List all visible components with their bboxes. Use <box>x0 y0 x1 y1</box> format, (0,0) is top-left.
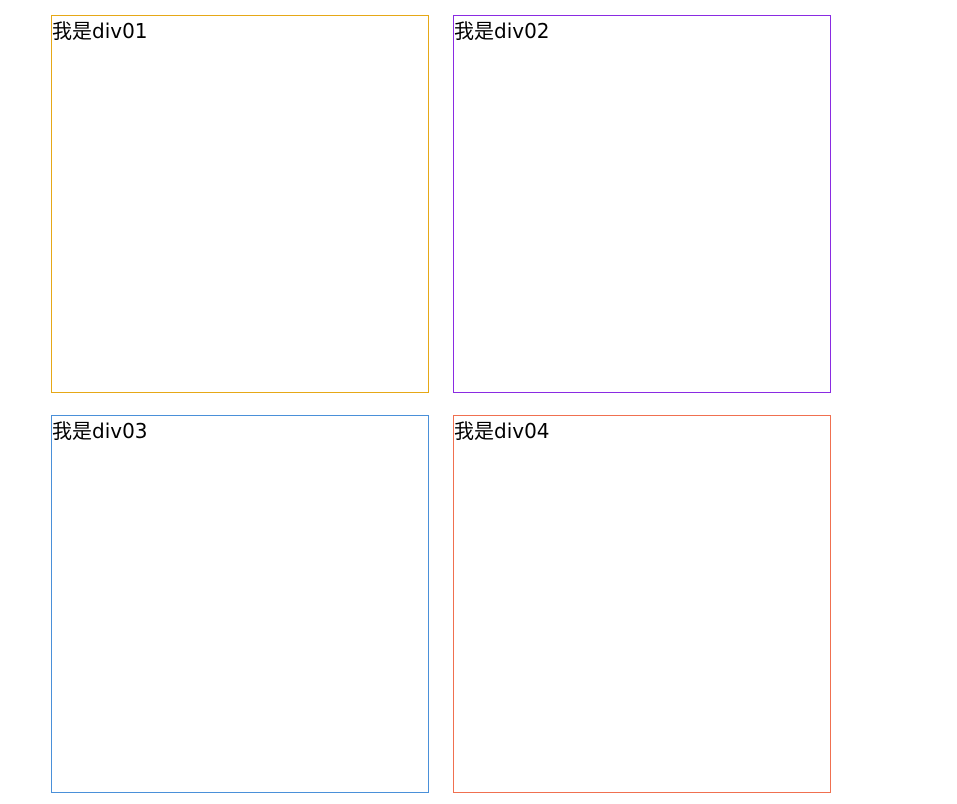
div02-box: 我是div02 <box>453 15 831 393</box>
div04-box: 我是div04 <box>453 415 831 793</box>
div01-label: 我是div01 <box>52 19 148 43</box>
div03-box: 我是div03 <box>51 415 429 793</box>
div02-label: 我是div02 <box>454 19 550 43</box>
div04-label: 我是div04 <box>454 419 550 443</box>
div01-box: 我是div01 <box>51 15 429 393</box>
div03-label: 我是div03 <box>52 419 148 443</box>
